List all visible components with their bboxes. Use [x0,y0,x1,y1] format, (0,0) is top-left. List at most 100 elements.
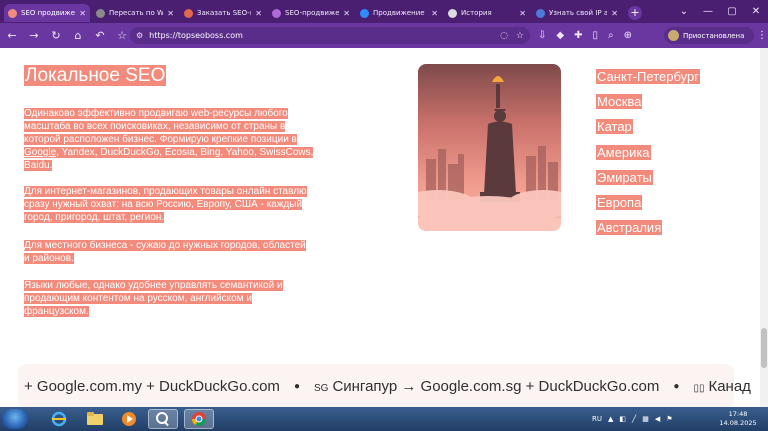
start-button[interactable] [2,409,28,429]
tab-favicon-icon [8,8,17,18]
clock-date: 14.08.2025 [719,419,757,427]
marquee-segment: Сингапур → Google.com.sg + DuckDuckGo.co… [332,378,660,395]
internet-explorer-icon[interactable] [44,409,74,429]
city-item[interactable]: Санкт-Петербург [596,64,700,89]
statue-of-liberty-image [418,64,561,231]
forward-arrow-icon[interactable]: → [24,26,44,46]
flag-icon[interactable]: ⚑ [666,415,672,423]
bookmark-star-icon[interactable]: ☆ [112,26,132,46]
minimize-button[interactable]: — [696,0,720,23]
tray-app-icon[interactable]: ◧ [619,415,626,423]
city-item[interactable]: Эмираты [596,165,700,190]
undo-icon[interactable]: ↶ [90,26,110,46]
country-code: SG [313,383,329,394]
media-player-icon[interactable] [114,409,144,429]
url-text: https://topseoboss.com [149,31,243,40]
more-menu-icon[interactable]: ⋮ [756,23,768,48]
puzzle-icon[interactable]: ✚ [574,30,582,41]
tab-seo-promo[interactable]: SEO-продвижен ✕ [268,4,354,22]
close-tab-icon[interactable]: ✕ [79,9,86,18]
close-window-button[interactable]: ✕ [744,0,768,23]
tab-order-seo[interactable]: Заказать SEO-пр ✕ [180,4,266,22]
search-engine-marquee: + Google.com.my + DuckDuckGo.com ● SG Синга… [24,378,751,398]
languages-paragraph: Языки любые, однако удобнее управлять се… [24,280,283,317]
tab-title: Узнать свой IP а [549,9,608,17]
profile-button[interactable]: Приостановлена [664,27,754,44]
maximize-button[interactable]: ▢ [720,0,744,23]
tab-title: SEO продвиже... [21,9,76,17]
profile-status: Приостановлена [683,31,745,40]
marquee-segment: Канад [708,378,751,395]
new-tab-button[interactable]: + [628,5,642,20]
close-tab-icon[interactable]: ✕ [255,9,262,18]
close-tab-icon[interactable]: ✕ [519,9,526,18]
page-title: Локальное SEO [24,65,167,86]
tab-favicon-icon [360,8,369,18]
history-icon [448,8,457,18]
city-item[interactable]: Америка [596,140,700,165]
avatar [668,30,679,41]
city-item[interactable]: Москва [596,89,700,114]
network-icon[interactable]: ▦ [642,415,649,423]
intro-text-end: , Yandex, DuckDuckGo, Ecosia, Bing, Yaho… [24,147,314,171]
tab-my-ip[interactable]: Узнать свой IP а ✕ [532,4,622,22]
tab-history[interactable]: История ✕ [444,4,530,22]
google-link[interactable]: Google [24,147,56,158]
tab-title: Продвижение с [373,9,428,17]
home-icon[interactable]: ⌂ [68,26,88,46]
clock-time: 17:48 [728,410,748,418]
chevron-down-icon[interactable]: ⌄ [672,0,696,23]
scrollbar-thumb[interactable] [761,328,767,368]
tab-favicon-icon [272,8,281,18]
tab-title: SEO-продвижен [285,9,340,17]
tab-favicon-icon [536,8,545,18]
close-tab-icon[interactable]: ✕ [431,9,438,18]
language-indicator[interactable]: RU [592,415,602,423]
search-app-icon[interactable] [148,409,178,429]
tray-arrow-icon[interactable]: ▲ [608,415,613,423]
system-tray: RU ▲ ◧ ╱ ▦ ◀ ⚑ [592,409,679,429]
intro-text: Одинаково эффективно продвигаю web-ресур… [24,108,297,145]
tab-favicon-icon [96,8,105,18]
city-item[interactable]: Катар [596,114,700,139]
tray-app-icon[interactable]: ╱ [632,415,636,423]
window-controls: ⌄ — ▢ ✕ [672,0,768,23]
download-icon[interactable]: ⇩ [538,30,546,41]
file-explorer-icon[interactable] [80,409,110,429]
ecommerce-paragraph: Для интернет-магазинов, продающих товары… [24,186,307,223]
back-arrow-icon[interactable]: ← [2,26,22,46]
close-tab-icon[interactable]: ✕ [167,9,174,18]
web-page: Локальное SEO Одинаково эффективно продв… [0,48,768,407]
close-tab-icon[interactable]: ✕ [611,9,618,18]
tab-title: Пересать по W [109,9,164,17]
volume-icon[interactable]: ◀ [655,415,660,423]
close-tab-icon[interactable]: ✕ [343,9,350,18]
flag-icon: ▯▯ [693,383,705,394]
tab-favicon-icon [184,8,193,18]
star-icon[interactable]: ☆ [516,31,524,41]
extension-icon[interactable]: ◆ [556,30,564,41]
zoom-icon[interactable]: ⊕ [624,30,632,41]
chrome-icon[interactable] [184,409,214,429]
tab-promotion[interactable]: Продвижение с ✕ [356,4,442,22]
reload-icon[interactable]: ↻ [46,26,66,46]
tab-strip: SEO продвиже... ✕ Пересать по W ✕ Заказа… [0,0,768,23]
tab-title: История [461,9,492,17]
marquee-segment: + Google.com.my + DuckDuckGo.com [24,378,280,395]
search-icon[interactable]: ⌕ [608,30,614,41]
bullet-separator: ● [293,381,300,393]
eye-off-icon[interactable]: ◌ [500,31,508,41]
tab-resend[interactable]: Пересать по W ✕ [92,4,178,22]
sidepanel-icon[interactable]: ▯ [592,30,598,41]
site-settings-icon[interactable]: ⚙ [136,31,143,40]
tab-seo-active[interactable]: SEO продвиже... ✕ [4,4,90,22]
bullet-separator: ● [673,381,680,393]
intro-paragraph: Одинаково эффективно продвигаю web-ресур… [24,107,314,172]
local-business-paragraph: Для местного бизнеса - сужаю до нужных г… [24,240,306,264]
extensions-area: ⇩ ◆ ✚ ▯ ⌕ ⊕ [538,23,642,48]
city-list: Санкт-Петербург Москва Катар Америка Эми… [596,64,700,240]
address-bar[interactable]: ⚙ https://topseoboss.com ◌ ☆ [130,27,530,44]
taskbar-clock[interactable]: 17:48 14.08.2025 [716,410,760,428]
city-item[interactable]: Европа [596,190,700,215]
city-item[interactable]: Австралия [596,215,700,240]
